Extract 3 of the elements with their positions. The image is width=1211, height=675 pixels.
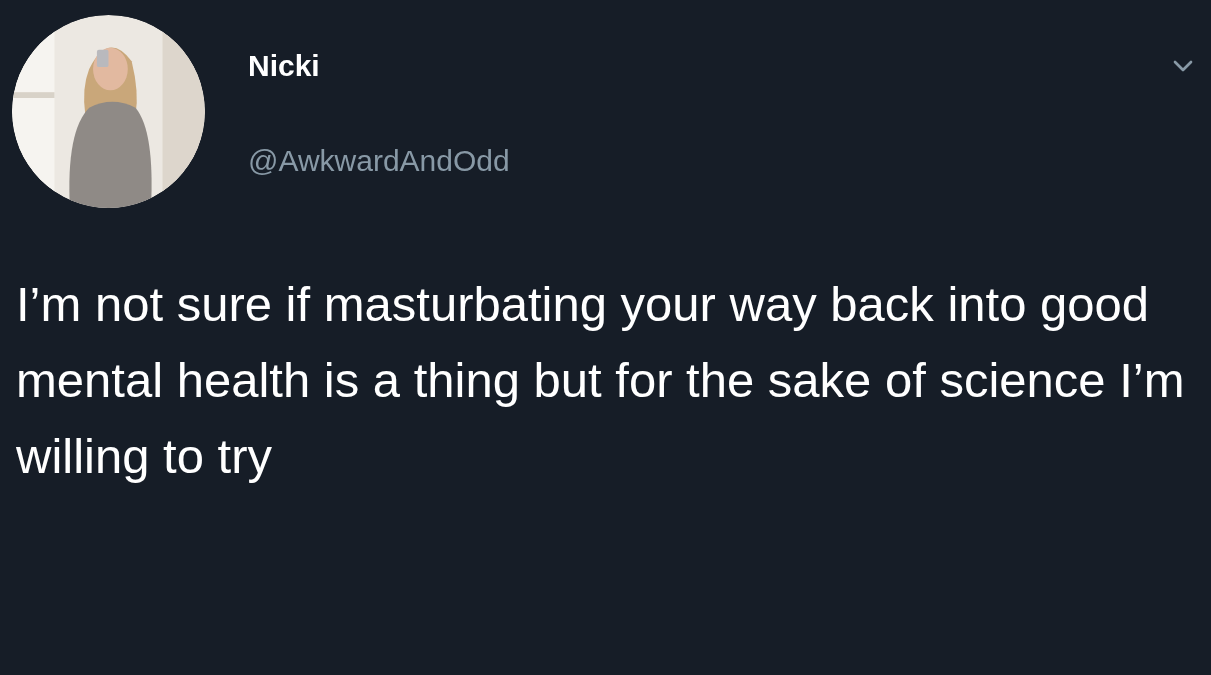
tweet-text: I’m not sure if masturbating your way back into good mental health is a thing but for the sake of science I’m willing to try bbox=[15, 276, 1186, 485]
author-handle: @AwkwardAndOdd bbox=[248, 143, 510, 179]
author-name: Nicki bbox=[248, 48, 321, 84]
